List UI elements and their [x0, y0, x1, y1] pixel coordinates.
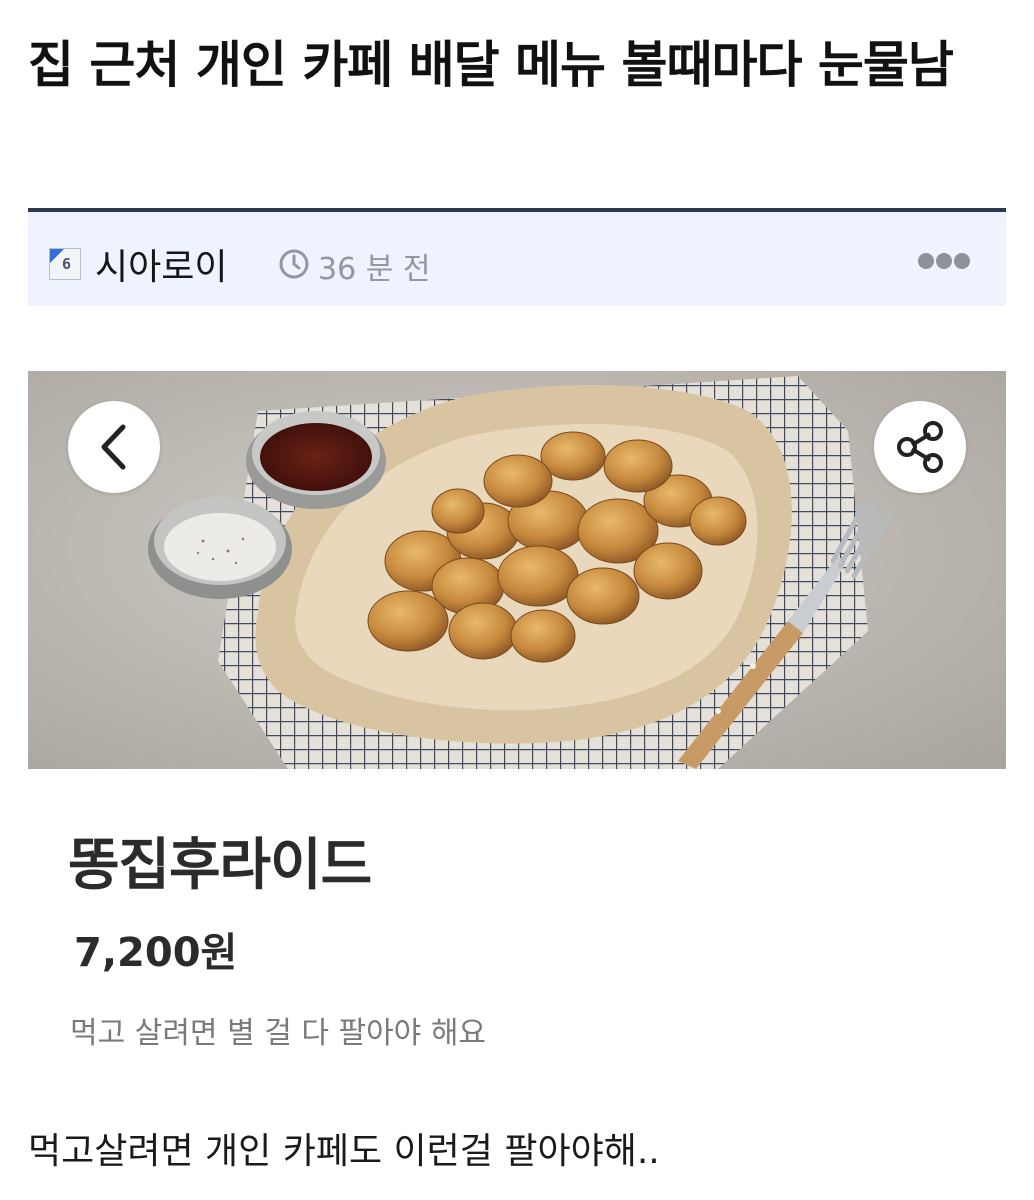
clock-icon — [279, 249, 309, 279]
post-time: 36 분 전 — [318, 252, 431, 287]
level-number: 6 — [62, 255, 72, 273]
post-meta-bar: 6 시아로이 36 분 전 — [28, 208, 1006, 306]
product-photo — [28, 371, 1006, 769]
share-button[interactable] — [874, 401, 966, 493]
chevron-left-icon — [101, 424, 126, 470]
level-badge-icon: 6 — [49, 248, 81, 280]
product-description: 먹고 살려면 별 걸 다 팔아야 해요 — [70, 1016, 487, 1051]
back-button[interactable] — [68, 401, 160, 493]
post-body: 먹고살려면 개인 카페도 이런걸 팔아야해.. — [28, 1131, 660, 1172]
product-price: 7,200원 — [74, 930, 238, 976]
post-title: 집 근처 개인 카페 배달 메뉴 볼때마다 눈물남 — [28, 36, 954, 94]
author-name[interactable]: 시아로이 — [95, 238, 227, 290]
share-icon — [897, 421, 943, 473]
product-name: 똥집후라이드 — [68, 833, 372, 898]
ellipsis-icon[interactable] — [916, 250, 972, 272]
